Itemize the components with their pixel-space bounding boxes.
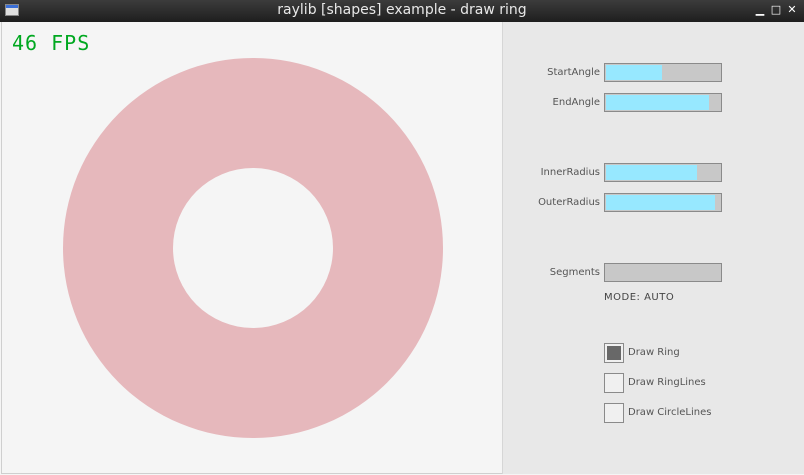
start-angle-label: StartAngle xyxy=(547,67,600,78)
draw-ringlines-label: Draw RingLines xyxy=(628,377,706,388)
render-canvas: 46 FPS StartAngle EndAngle InnerRadius O… xyxy=(1,22,804,474)
end-angle-label: EndAngle xyxy=(552,97,600,108)
mode-indicator: MODE: AUTO xyxy=(604,292,675,303)
close-button[interactable]: ✕ xyxy=(784,2,800,18)
start-angle-slider[interactable] xyxy=(604,63,722,82)
draw-ring-checkbox[interactable] xyxy=(604,343,624,363)
ring-canvas xyxy=(63,58,443,438)
segments-label: Segments xyxy=(549,267,600,278)
app-window: raylib [shapes] example - draw ring ▁ □ … xyxy=(0,0,804,475)
draw-circlelines-label: Draw CircleLines xyxy=(628,407,712,418)
window-title: raylib [shapes] example - draw ring xyxy=(277,2,527,18)
controls-panel: StartAngle EndAngle InnerRadius OuterRad… xyxy=(502,22,804,474)
end-angle-slider-fill xyxy=(606,95,709,110)
inner-radius-label: InnerRadius xyxy=(540,167,600,178)
fps-counter: 46 FPS xyxy=(12,31,91,55)
minimize-button[interactable]: ▁ xyxy=(752,2,768,18)
start-angle-slider-fill xyxy=(606,65,662,80)
inner-radius-slider-fill xyxy=(606,165,698,180)
segments-slider[interactable] xyxy=(604,263,722,282)
outer-radius-label: OuterRadius xyxy=(538,197,600,208)
outer-radius-slider-fill xyxy=(606,195,716,210)
draw-ringlines-checkbox[interactable] xyxy=(604,373,624,393)
draw-ring-label: Draw Ring xyxy=(628,347,680,358)
checkbox-mark xyxy=(607,346,621,360)
maximize-button[interactable]: □ xyxy=(768,2,784,18)
title-bar[interactable]: raylib [shapes] example - draw ring ▁ □ … xyxy=(0,0,804,22)
outer-radius-slider[interactable] xyxy=(604,193,722,212)
inner-radius-slider[interactable] xyxy=(604,163,722,182)
ring-hole xyxy=(173,168,333,328)
draw-circlelines-checkbox[interactable] xyxy=(604,403,624,423)
end-angle-slider[interactable] xyxy=(604,93,722,112)
ring-drawing-area: 46 FPS xyxy=(2,22,502,474)
